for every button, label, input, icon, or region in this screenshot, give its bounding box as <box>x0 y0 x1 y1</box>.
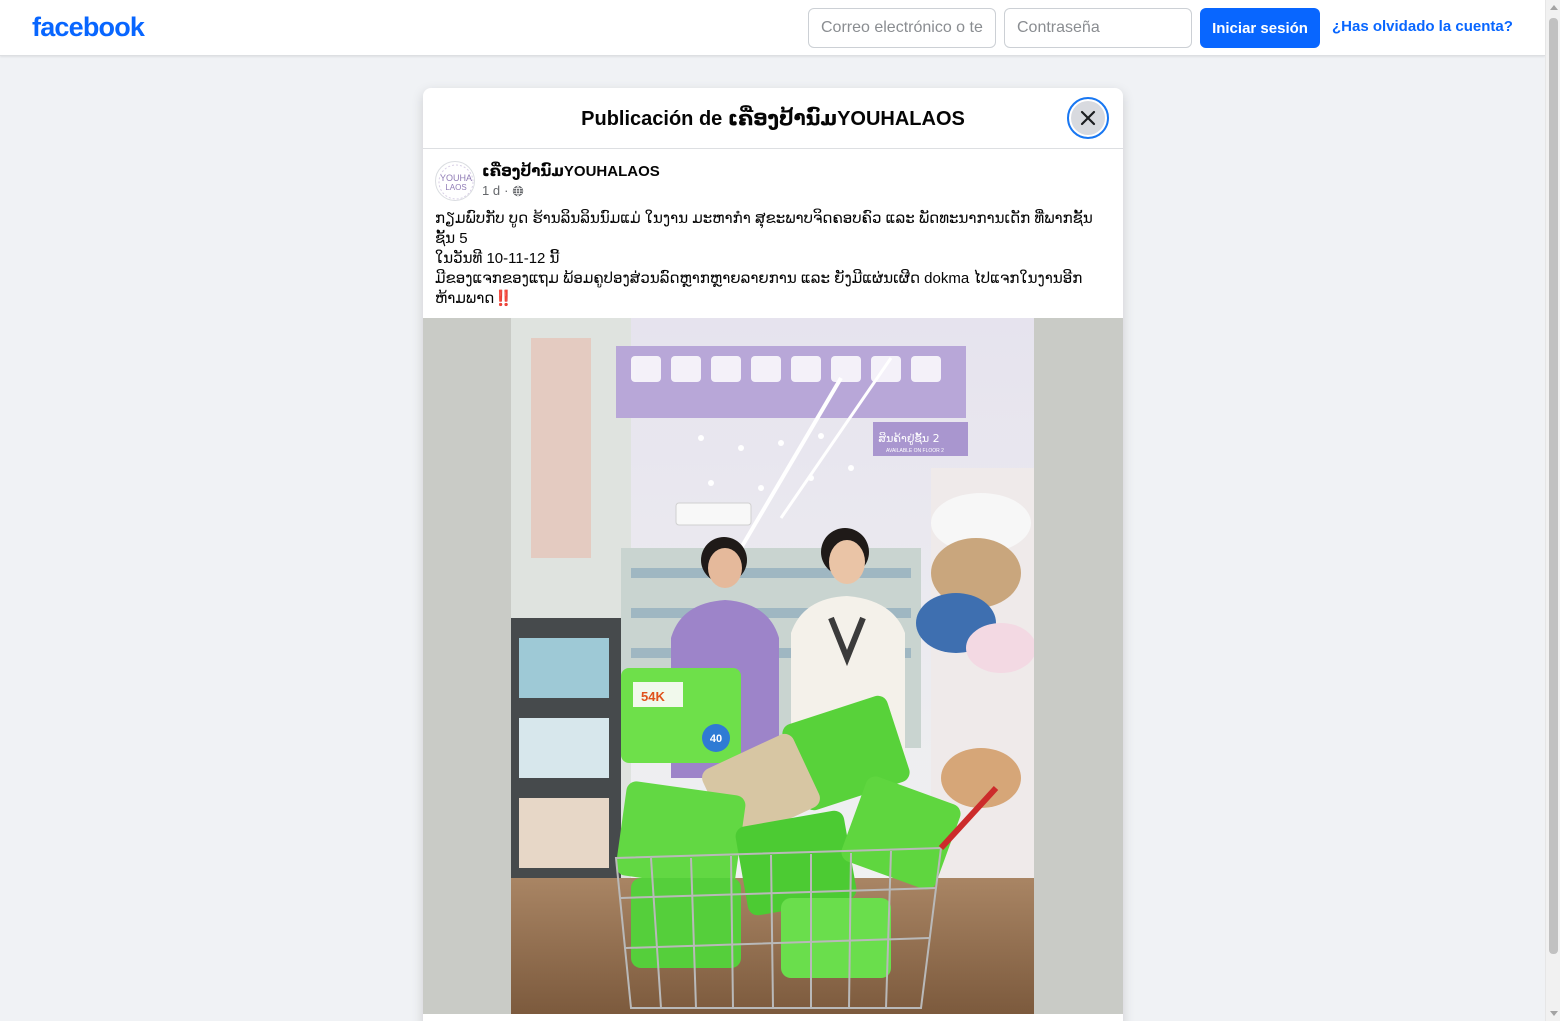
facebook-logo[interactable]: facebook <box>32 12 145 43</box>
store-photo-illustration: ສິນຄ້າຢູ່ຊັ້ນ 2 AVAILABLE ON FLOOR 2 54K… <box>511 318 1034 1014</box>
post-photo-container: ສິນຄ້າຢູ່ຊັ້ນ 2 AVAILABLE ON FLOOR 2 54K… <box>423 318 1123 1014</box>
post-header: YOUHA LAOS ເຄື່ອງປ້ານົມYOUHALAOS 1 d · <box>423 149 1123 204</box>
globe-icon <box>513 185 524 196</box>
email-field[interactable] <box>808 8 996 48</box>
page-scrollbar[interactable] <box>1545 0 1560 1021</box>
dialog-header: Publicación de ເຄື່ອງປ້ານົມYOUHALAOS <box>423 88 1123 149</box>
scroll-up-arrow-icon[interactable] <box>1550 5 1558 10</box>
top-navigation-bar: facebook Iniciar sesión ¿Has olvidado la… <box>0 0 1545 56</box>
close-button[interactable] <box>1067 97 1109 139</box>
post-time[interactable]: 1 d <box>482 183 500 198</box>
post-text-line: ກຽມພົບກັບ ບູດ ຮ້ານລິນລິນນົມແມ່ ໃນງານ ມະຫ… <box>435 210 1093 247</box>
post-meta: 1 d · <box>482 183 524 198</box>
svg-text:LAOS: LAOS <box>445 183 466 192</box>
scrollbar-thumb[interactable] <box>1549 18 1558 954</box>
floor-sign-text: ສິນຄ້າຢູ່ຊັ້ນ 2 <box>878 432 939 445</box>
pack-price-label: 54K <box>641 689 665 704</box>
floor-sign-subtext: AVAILABLE ON FLOOR 2 <box>886 448 944 454</box>
svg-text:YOUHA: YOUHA <box>440 173 472 183</box>
scroll-down-arrow-icon[interactable] <box>1550 1011 1558 1016</box>
youhalaos-logo: YOUHA LAOS <box>437 163 474 200</box>
close-icon <box>1080 110 1096 126</box>
post-text-line: ໃນວັນທີ 10-11-12 ນີ້ <box>435 250 560 267</box>
forgot-account-link[interactable]: ¿Has olvidado la cuenta? <box>1332 18 1513 35</box>
page-avatar[interactable]: YOUHA LAOS <box>435 161 475 201</box>
dialog-title: Publicación de ເຄື່ອງປ້ານົມYOUHALAOS <box>581 108 965 130</box>
login-button[interactable]: Iniciar sesión <box>1200 8 1320 48</box>
page-name-link[interactable]: ເຄື່ອງປ້ານົມYOUHALAOS <box>482 162 660 180</box>
post-dialog: Publicación de ເຄື່ອງປ້ານົມYOUHALAOS YOU… <box>423 88 1123 1021</box>
post-text-line: ມີຂອງແຈກຂອງແຖມ ພ້ອມຄູປອງສ່ວນລົດຫຼາກຫຼາຍລ… <box>435 270 1083 307</box>
double-exclamation-emoji: ‼️ <box>494 290 514 307</box>
post-photo[interactable]: ສິນຄ້າຢູ່ຊັ້ນ 2 AVAILABLE ON FLOOR 2 54K… <box>511 318 1034 1014</box>
post-text: ກຽມພົບກັບ ບູດ ຮ້ານລິນລິນນົມແມ່ ໃນງານ ມະຫ… <box>423 204 1123 309</box>
pack-count-label: 40 <box>710 733 722 745</box>
meta-separator: · <box>504 183 509 198</box>
password-field[interactable] <box>1004 8 1192 48</box>
